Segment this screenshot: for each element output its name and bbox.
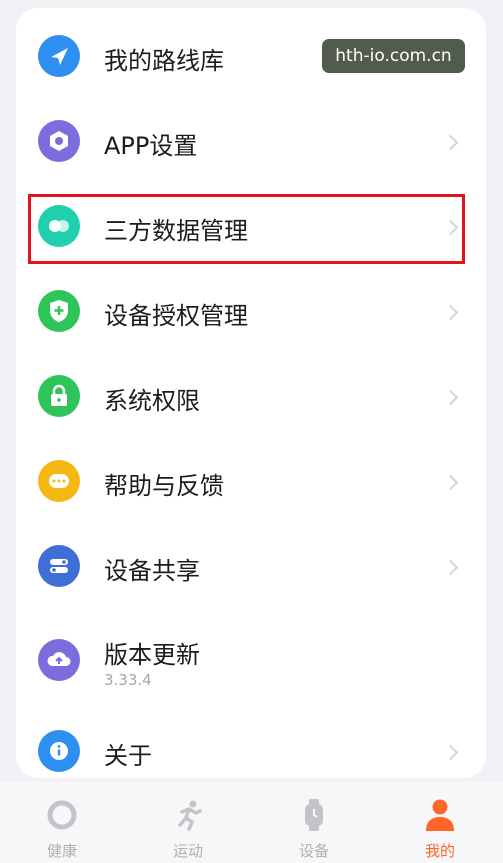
lock-icon — [38, 375, 80, 417]
chat-dots-icon — [38, 460, 80, 502]
menu-item-system-permissions[interactable]: 系统权限 — [16, 358, 486, 434]
info-icon — [38, 730, 80, 772]
chevron-right-icon — [442, 304, 459, 321]
menu-item-label: 版本更新 — [104, 641, 200, 669]
menu-item-device-authorization[interactable]: 设备授权管理 — [16, 273, 486, 349]
share-toggle-icon — [38, 545, 80, 587]
watch-icon — [298, 798, 330, 832]
chevron-right-icon — [442, 744, 459, 761]
watermark: hth-io.com.cn — [322, 39, 465, 73]
chevron-right-icon — [442, 474, 459, 491]
bottom-navigation: 健康 运动 设备 我的 — [0, 782, 503, 863]
chevron-right-icon — [442, 134, 459, 151]
cloud-upload-icon — [38, 639, 80, 681]
menu-item-label: APP设置 — [104, 132, 198, 160]
highlight-box — [28, 194, 465, 264]
tab-health[interactable]: 健康 — [12, 782, 112, 863]
tab-mine[interactable]: 我的 — [390, 782, 490, 863]
menu-item-label: 设备共享 — [104, 557, 200, 585]
navigation-arrow-icon — [38, 35, 80, 77]
tab-device[interactable]: 设备 — [264, 782, 364, 863]
tab-sports[interactable]: 运动 — [138, 782, 238, 863]
ring-icon — [46, 798, 78, 832]
menu-item-version-update[interactable]: 版本更新 3.33.4 — [16, 613, 486, 708]
chevron-right-icon — [442, 559, 459, 576]
shield-plus-icon — [38, 290, 80, 332]
menu-item-label: 我的路线库 — [104, 47, 224, 75]
menu-item-label: 关于 — [104, 742, 152, 770]
tab-label: 运动 — [172, 842, 203, 860]
settings-card: 我的路线库 APP设置 三方数据管理 设备授权管理 系统权限 帮助与反馈 设备共… — [16, 8, 486, 778]
tab-label: 我的 — [424, 842, 455, 860]
tab-label: 设备 — [298, 842, 329, 860]
menu-item-device-sharing[interactable]: 设备共享 — [16, 528, 486, 604]
settings-icon — [38, 120, 80, 162]
chevron-right-icon — [442, 389, 459, 406]
menu-item-label: 系统权限 — [104, 387, 200, 415]
menu-item-label: 帮助与反馈 — [104, 472, 224, 500]
menu-item-about[interactable]: 关于 — [16, 713, 486, 789]
running-icon — [172, 798, 204, 832]
menu-item-app-settings[interactable]: APP设置 — [16, 103, 486, 179]
menu-item-label: 设备授权管理 — [104, 302, 248, 330]
menu-item-help-feedback[interactable]: 帮助与反馈 — [16, 443, 486, 519]
person-icon — [424, 798, 456, 832]
tab-label: 健康 — [46, 842, 77, 860]
version-number: 3.33.4 — [104, 671, 152, 689]
